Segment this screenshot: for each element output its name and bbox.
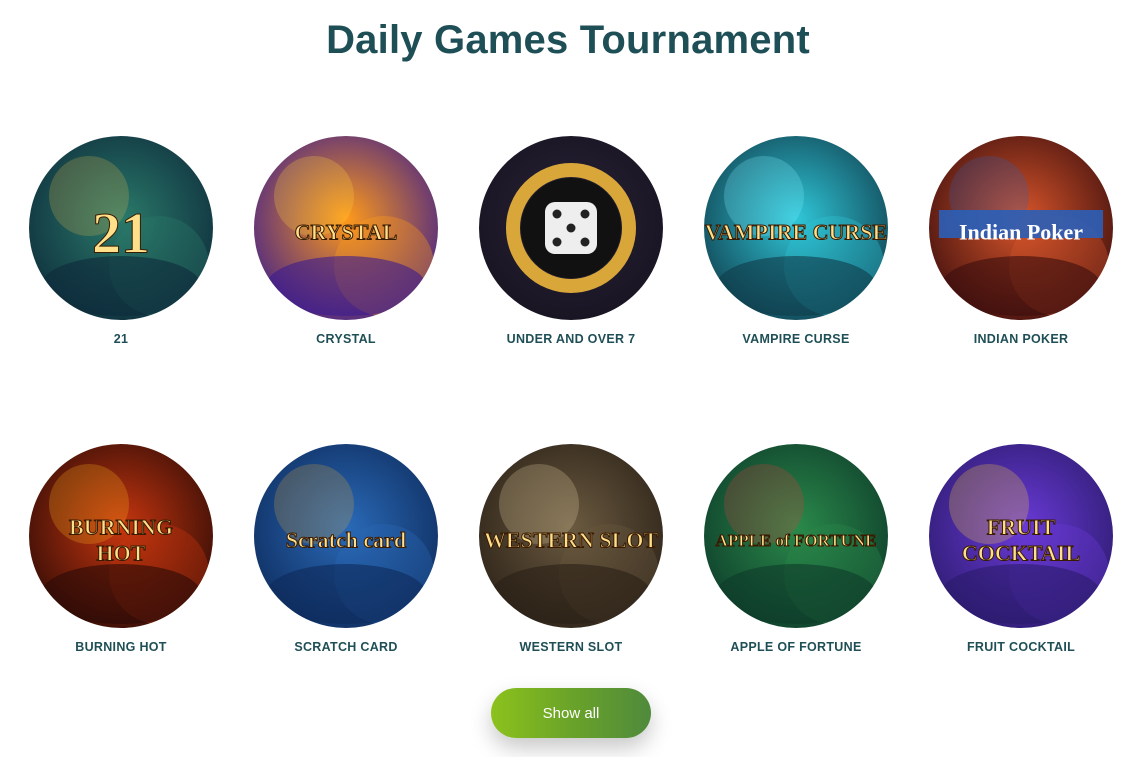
game-tile-fruit-cocktail[interactable]: FRUIT COCKTAIL FRUIT COCKTAIL <box>929 444 1113 654</box>
svg-text:BURNING: BURNING <box>69 515 173 540</box>
game-label: CRYSTAL <box>316 332 376 346</box>
game-label: FRUIT COCKTAIL <box>966 640 1076 654</box>
game-tile-crystal[interactable]: CRYSTAL CRYSTAL <box>254 136 438 346</box>
game-tile-western-slot[interactable]: WESTERN SLOT WESTERN SLOT <box>479 444 663 654</box>
apple-icon: APPLE of FORTUNE <box>704 444 888 628</box>
svg-text:APPLE of FORTUNE: APPLE of FORTUNE <box>716 531 877 550</box>
game-tile-scratch-card[interactable]: Scratch card SCRATCH CARD <box>254 444 438 654</box>
games-grid: 21 21 CRYSTAL CRYSTAL UNDER AND OVER 7 V… <box>29 136 1113 654</box>
page: Daily Games Tournament 21 21 CRYSTAL CRY… <box>0 0 1136 757</box>
game-tile-burning-hot[interactable]: BURNING HOT BURNING HOT <box>29 444 213 654</box>
game-label: APPLE OF FORTUNE <box>730 640 862 654</box>
cowboy-icon: WESTERN SLOT <box>479 444 663 628</box>
tiger-icon: Scratch card <box>254 444 438 628</box>
fruit-icon: FRUIT COCKTAIL <box>929 444 1113 628</box>
game-label: INDIAN POKER <box>973 332 1069 346</box>
svg-text:Indian Poker: Indian Poker <box>959 220 1083 245</box>
svg-text:HOT: HOT <box>97 541 146 566</box>
svg-text:FRUIT: FRUIT <box>987 515 1056 540</box>
game-tile-apple-of-fortune[interactable]: APPLE of FORTUNE APPLE OF FORTUNE <box>704 444 888 654</box>
svg-text:COCKTAIL: COCKTAIL <box>962 541 1080 566</box>
fire-icon: BURNING HOT <box>29 444 213 628</box>
game-label: UNDER AND OVER 7 <box>506 332 636 346</box>
game-tile-under-and-over-7[interactable]: UNDER AND OVER 7 <box>479 136 663 346</box>
game-label: 21 <box>113 332 129 346</box>
game-tile-indian-poker[interactable]: Indian Poker INDIAN POKER <box>929 136 1113 346</box>
game-label: VAMPIRE CURSE <box>742 332 850 346</box>
game-label: WESTERN SLOT <box>519 640 623 654</box>
svg-text:WESTERN SLOT: WESTERN SLOT <box>484 528 659 553</box>
vampire-icon: VAMPIRE CURSE <box>704 136 888 320</box>
cards-icon: Indian Poker <box>929 136 1113 320</box>
page-title: Daily Games Tournament <box>326 18 810 62</box>
show-all-button[interactable]: Show all <box>491 688 651 738</box>
dice-icon <box>479 136 663 320</box>
treasure-chest-icon: CRYSTAL <box>254 136 438 320</box>
svg-text:21: 21 <box>92 200 150 265</box>
svg-text:CRYSTAL: CRYSTAL <box>295 220 398 245</box>
game-tile-21[interactable]: 21 21 <box>29 136 213 346</box>
blackjack-icon: 21 <box>29 136 213 320</box>
game-tile-vampire-curse[interactable]: VAMPIRE CURSE VAMPIRE CURSE <box>704 136 888 346</box>
game-label: SCRATCH CARD <box>294 640 398 654</box>
svg-text:VAMPIRE CURSE: VAMPIRE CURSE <box>705 220 887 245</box>
svg-text:Scratch card: Scratch card <box>286 528 406 553</box>
game-label: BURNING HOT <box>75 640 167 654</box>
